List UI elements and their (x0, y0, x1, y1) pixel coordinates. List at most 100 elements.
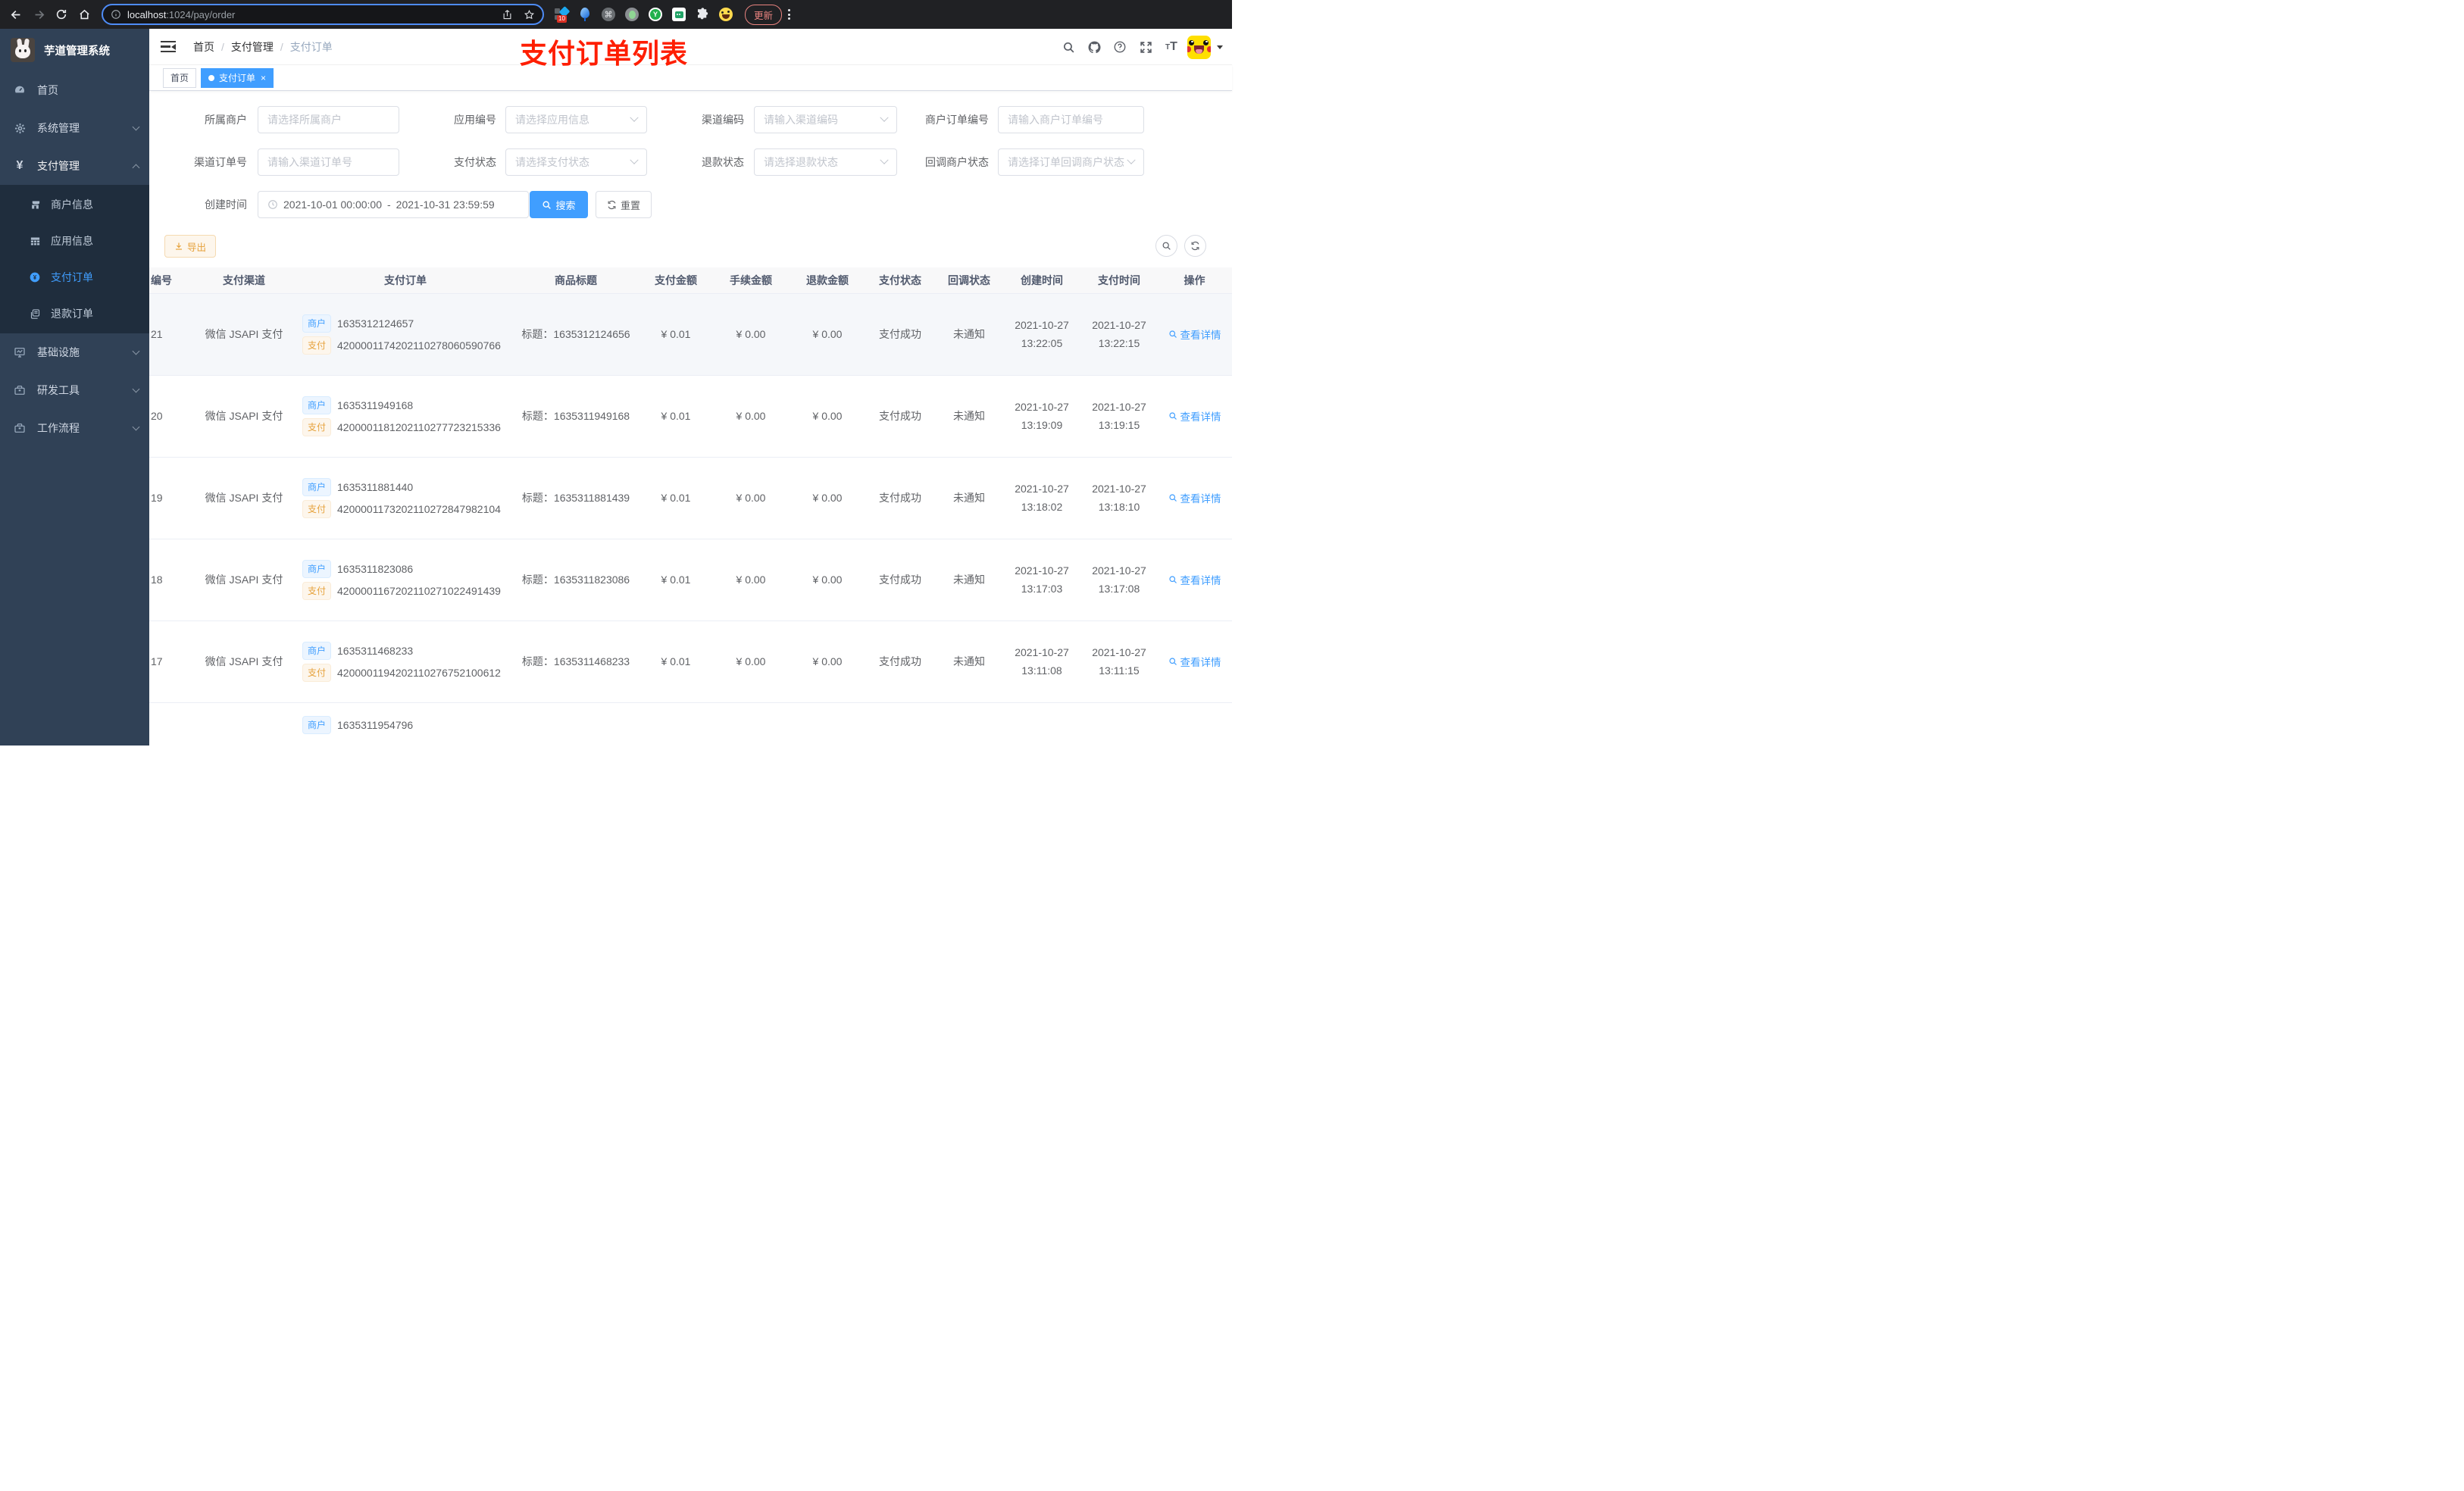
search-icon (1168, 330, 1177, 338)
fullscreen-icon[interactable] (1133, 29, 1159, 65)
avatar-caret-icon[interactable] (1217, 45, 1223, 49)
view-detail-link[interactable]: 查看详情 (1168, 327, 1221, 342)
chevron-down-icon (132, 385, 140, 392)
extension-icons: 10 ⌘ Y (555, 6, 733, 23)
browser-update-button[interactable]: 更新 (745, 4, 783, 25)
select-arrow-icon (630, 155, 639, 164)
reset-button[interactable]: 重置 (596, 191, 652, 218)
search-icon (1168, 658, 1177, 665)
sidebar-item-home[interactable]: 首页 (0, 71, 149, 109)
tag-close-icon[interactable]: × (261, 73, 266, 83)
merchant-tag: 商户 (302, 715, 331, 734)
table-row[interactable]: 18 微信 JSAPI 支付 商户 1635311823086 支付 4200001… (149, 539, 1232, 621)
user-avatar[interactable] (1187, 35, 1211, 59)
sidebar-item-infra[interactable]: 基础设施 (0, 333, 149, 371)
merchant-order-no-input[interactable]: 请输入商户订单编号 (998, 106, 1144, 133)
font-size-icon[interactable]: TT (1159, 29, 1184, 65)
view-detail-link[interactable]: 查看详情 (1168, 654, 1221, 669)
table-row[interactable]: 19 微信 JSAPI 支付 商户 1635311881440 支付 4200001… (149, 457, 1232, 539)
header-search-icon[interactable] (1055, 29, 1081, 65)
bookmark-star-icon[interactable] (524, 9, 535, 20)
extensions-puzzle-icon[interactable] (696, 8, 709, 21)
help-icon[interactable] (1107, 29, 1133, 65)
chat-extension-icon[interactable] (672, 8, 686, 21)
refresh-table-button[interactable] (1184, 235, 1206, 257)
app-select[interactable]: 请选择应用信息 (505, 106, 647, 133)
channel-order-no-input[interactable]: 请输入渠道订单号 (258, 148, 399, 176)
sidebar-item-refund-order[interactable]: 退款订单 (0, 295, 149, 332)
emoji-extension-icon[interactable] (719, 8, 733, 21)
refund-status-label: 退款状态 (702, 156, 744, 168)
browser-back-button[interactable] (5, 3, 27, 26)
pay-status-select[interactable]: 请选择支付状态 (505, 148, 647, 176)
sidebar-item-workflow[interactable]: 工作流程 (0, 409, 149, 447)
breadcrumb-current: 支付订单 (289, 40, 333, 53)
sidebar-logo[interactable]: 芋道管理系统 (0, 29, 149, 71)
view-detail-link[interactable]: 查看详情 (1168, 490, 1221, 505)
merchant-select[interactable]: 请选择所属商户 (258, 106, 399, 133)
export-button[interactable]: 导出 (164, 235, 217, 258)
chevron-down-icon (132, 123, 140, 130)
sidebar-item-app-info[interactable]: 应用信息 (0, 223, 149, 259)
channel-order-no-label: 渠道订单号 (194, 156, 247, 168)
sidebar-item-merchant-info[interactable]: 商户信息 (0, 186, 149, 223)
dot-extension-icon[interactable] (625, 8, 639, 21)
url-bar[interactable]: localhost:1024/pay/order (102, 4, 544, 25)
sidebar-item-label: 首页 (37, 84, 58, 96)
tag-pay-order[interactable]: 支付订单 × (201, 67, 274, 88)
browser-toolbar: localhost:1024/pay/order 10 ⌘ Y 更新 (0, 0, 1232, 29)
download-icon (176, 242, 182, 250)
browser-home-button[interactable] (73, 3, 95, 26)
sidebar-item-label: 商户信息 (51, 198, 93, 211)
briefcase-icon (13, 422, 27, 434)
chevron-down-icon (132, 423, 140, 430)
date-end: 2021-10-31 23:59:59 (396, 198, 495, 211)
filter-row-2: 渠道订单号 请输入渠道订单号 支付状态 请选择支付状态 退款状态 请选择退款状态… (149, 148, 1232, 176)
table-row[interactable]: 20 微信 JSAPI 支付 商户 1635311949168 支付 4200001… (149, 375, 1232, 458)
balloon-extension-icon[interactable] (578, 8, 592, 21)
y-extension-icon[interactable]: Y (649, 8, 662, 21)
breadcrumb-home[interactable]: 首页 (193, 39, 214, 55)
view-detail-link[interactable]: 查看详情 (1168, 572, 1221, 587)
table-row[interactable]: 21 微信 JSAPI 支付 商户 1635312124657 支付 4200001… (149, 293, 1232, 376)
filter-row-3: 创建时间 2021-10-01 00:00:00 - 2021-10-31 23… (149, 191, 1232, 218)
breadcrumb-pay[interactable]: 支付管理 (231, 39, 274, 55)
browser-reload-button[interactable] (50, 3, 73, 26)
table-row-partial[interactable]: 商户 1635311954796 (149, 702, 1232, 738)
merchant-tag: 商户 (302, 641, 331, 660)
callback-status-label: 回调商户状态 (925, 156, 989, 168)
view-detail-link[interactable]: 查看详情 (1168, 408, 1221, 424)
home-icon (79, 9, 89, 19)
search-button[interactable]: 搜索 (530, 191, 588, 218)
pay-tag: 支付 (302, 417, 331, 436)
browser-menu-icon[interactable] (788, 9, 791, 20)
sidebar-item-system[interactable]: 系统管理 (0, 109, 149, 147)
sidebar-item-label: 工作流程 (37, 422, 80, 434)
github-icon[interactable] (1081, 29, 1107, 65)
yen-icon: ¥ (16, 159, 23, 172)
shop-icon (29, 199, 41, 211)
toggle-search-button[interactable] (1155, 235, 1177, 257)
sidebar-item-pay-order[interactable]: ¥ 支付订单 (0, 259, 149, 295)
sidebar-item-pay[interactable]: ¥ 支付管理 (0, 147, 149, 185)
browser-forward-button[interactable] (27, 3, 50, 26)
callback-status-select[interactable]: 请选择订单回调商户状态 (998, 148, 1144, 176)
create-time-range-input[interactable]: 2021-10-01 00:00:00 - 2021-10-31 23:59:5… (258, 191, 529, 218)
table-toolbar: 导出 (149, 235, 1232, 258)
chevron-up-icon (132, 164, 140, 171)
site-info-icon[interactable] (111, 9, 121, 20)
command-extension-icon[interactable]: ⌘ (602, 8, 615, 21)
app-title: 芋道管理系统 (44, 45, 110, 58)
table-row[interactable]: 17 微信 JSAPI 支付 商户 1635311468233 支付 4200001… (149, 620, 1232, 703)
search-icon (1168, 412, 1177, 420)
pay-tag: 支付 (302, 499, 331, 518)
sketch-extension-icon[interactable]: 10 (555, 6, 571, 23)
sidebar-toggle-icon[interactable] (161, 40, 176, 53)
share-icon[interactable] (502, 9, 513, 20)
pay-status-label: 支付状态 (454, 156, 496, 168)
tag-home[interactable]: 首页 (163, 67, 197, 88)
pay-submenu: 商户信息 应用信息 ¥ 支付订单 退款订单 (0, 185, 149, 333)
sidebar-item-devtool[interactable]: 研发工具 (0, 371, 149, 409)
sidebar-item-label: 支付管理 (37, 160, 80, 172)
search-icon (1162, 242, 1171, 250)
